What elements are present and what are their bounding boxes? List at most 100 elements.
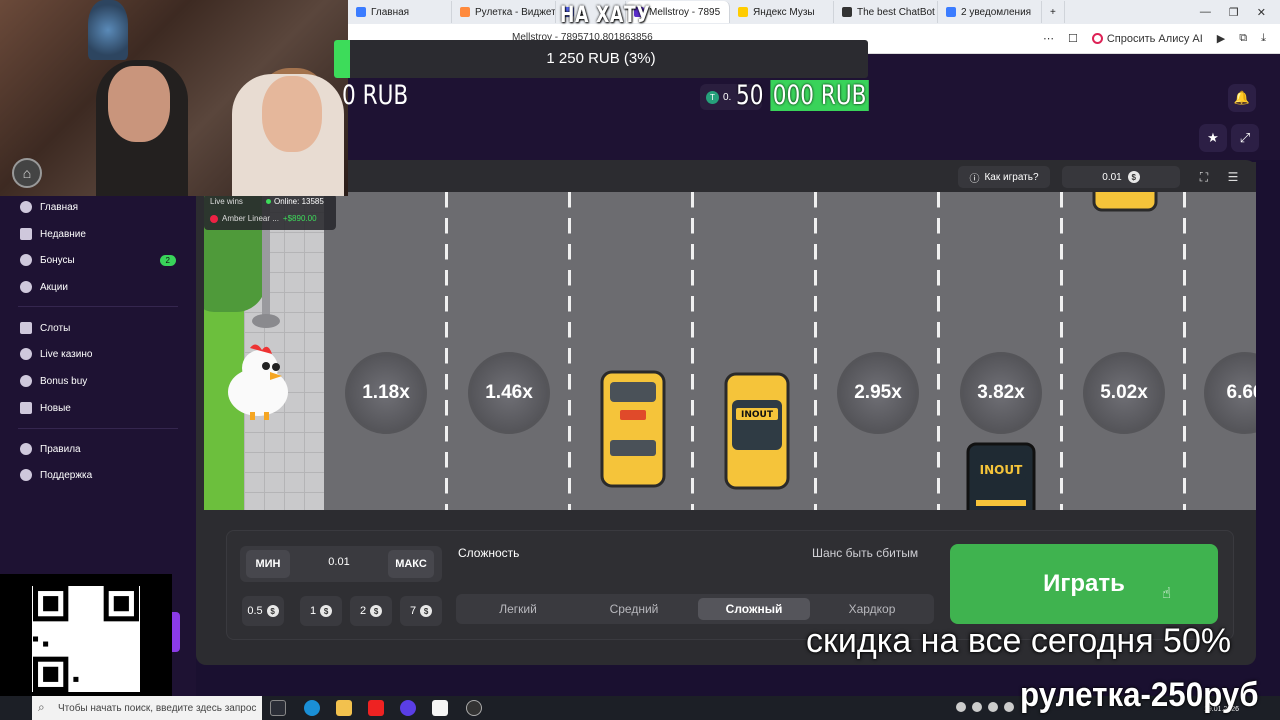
sidebar-divider [18,428,178,429]
browser-tab[interactable]: The best ChatBot [834,1,938,23]
browser-tab[interactable]: Яндекс Музы [730,1,834,23]
quick-bet-button[interactable]: 0.5 $ [242,596,284,626]
search-icon: ⌕ [38,700,45,714]
yandex-icon[interactable] [368,700,384,716]
difficulty-option[interactable]: Сложный [698,598,810,620]
menu-icon[interactable]: ☰ [1222,166,1244,188]
hit-chance-label: Шанс быть сбитым [812,546,919,560]
how-to-play-button[interactable]: ⓘ Как играть? [958,166,1050,188]
tether-icon: T [706,90,719,104]
tray-icon[interactable] [988,702,998,712]
live-wins-label: Live wins [210,197,243,206]
browser-tools: ⋯ ☐ Спросить Алису AI ▶ ⧉ ⤓ [1043,32,1280,45]
tab-favicon-icon [460,7,470,17]
sidebar-item[interactable]: Акции [20,281,176,293]
sidebar-item-icon [20,469,32,481]
svg-text:INOUT: INOUT [980,463,1023,477]
browser-tab[interactable]: Рулетка - Виджет [452,1,556,23]
bookmark-icon[interactable]: ☐ [1068,32,1078,45]
truck-car: INOUT [966,442,1036,510]
lane-divider [691,192,694,510]
folder-icon[interactable] [336,700,352,716]
difficulty-option[interactable]: Хардкор [816,598,928,620]
lamp-base [252,314,280,328]
sidebar-item[interactable]: Правила [20,443,176,455]
sidebar-item[interactable]: Главная [20,201,176,213]
sidebar-item[interactable]: Поддержка [20,469,176,481]
sidebar-item-label: Bonus buy [40,375,88,387]
download-icon[interactable]: ⤓ [1261,32,1266,45]
browser-tab[interactable]: Главная [348,1,452,23]
tray-icon[interactable] [1004,702,1014,712]
tab-label: Рулетка - Виджет [475,6,556,18]
obs-icon[interactable] [466,700,482,716]
sidebar-item[interactable]: Live казино [20,348,176,360]
browser-tab[interactable]: 2 уведомления [938,1,1042,23]
tether-value: 0. [723,91,732,103]
sidebar-item-label: Правила [40,443,81,455]
alice-icon [1091,33,1103,44]
sidebar-badge: 2 [159,254,176,266]
rub-left-amount: 0 RUB [342,80,409,111]
yandex-browser-icon[interactable] [432,700,448,716]
tab-label: Mellstroy - 7895 [649,6,721,18]
max-bet-button[interactable]: МАКС [388,550,434,578]
sidebar-item[interactable]: Недавние [20,228,176,240]
collections-icon[interactable]: ⧉ [1239,32,1247,45]
how-to-play-label: Как играть? [984,171,1039,183]
sidebar-item[interactable]: Бонусы 2 [20,254,176,266]
minimize-icon[interactable]: — [1200,6,1211,19]
tray-icon[interactable] [956,702,966,712]
multiplier-manhole: 3.82x [960,352,1042,434]
difficulty-option[interactable]: Средний [578,598,690,620]
sidebar-item[interactable]: Новые [20,402,176,414]
quick-bet-button[interactable]: 1 $ [300,596,342,626]
multiplier-manhole: 6.66 [1204,352,1256,434]
mouse-cursor-icon: ☝ [1162,585,1172,602]
favorite-icon[interactable]: ★ [1199,124,1227,152]
min-bet-button[interactable]: МИН [246,550,290,578]
taskbar-search-input[interactable]: Чтобы начать поиск, введите здесь запрос [32,696,262,720]
bet-amount-input[interactable]: 0.01 [300,556,378,568]
quick-bet-value: 2 [359,605,367,617]
multiplier-manhole: 5.02x [1083,352,1165,434]
edge-icon[interactable] [304,700,320,716]
game-road: 1.18x 1.46x 2.95x 3.82x 5.02x 6.66 INOUT INOU… [204,192,1256,510]
window-controls: — ❐ ✕ [1200,6,1280,19]
taxi-car [600,370,666,488]
browser-tab-bar: Главная Рулетка - Виджет 2 Mellstroy - 789… [348,0,1280,24]
bell-icon[interactable]: 🔔 [1228,84,1256,112]
maximize-icon[interactable]: ❐ [1229,6,1239,19]
fullscreen-icon[interactable]: ⛶ [1193,166,1215,188]
difficulty-option[interactable]: Легкий [462,598,574,620]
tab-favicon-icon [842,7,852,17]
expand-icon[interactable]: ⤢ [1231,124,1259,152]
sidebar-item[interactable]: Слоты [20,322,176,334]
quick-bet-button[interactable]: 7 $ [400,596,442,626]
more-icon[interactable]: ⋯ [1043,32,1054,45]
sidebar-item-label: Главная [40,201,79,213]
sidebar-item-label: Слоты [40,322,71,334]
svg-text:INOUT: INOUT [741,410,774,420]
new-tab-icon[interactable]: + [1042,1,1065,23]
sidebar-item-label: Недавние [40,228,86,240]
streamer-head [108,66,170,142]
chicken-character [228,344,288,420]
lane-divider [937,192,940,510]
sidebar-item[interactable]: Bonus buy [20,375,176,387]
tab-label: Главная [371,6,410,18]
sidebar-item-icon [20,254,32,266]
play-icon[interactable]: ▶ [1217,32,1225,45]
play-button[interactable]: Играть [950,544,1218,624]
guest-head [262,76,322,152]
task-view-icon[interactable] [270,700,286,716]
tab-favicon-icon [738,7,748,17]
avatar [210,214,218,223]
quick-bet-button[interactable]: 2 $ [350,596,392,626]
alice-app-icon[interactable] [400,700,416,716]
alice-button[interactable]: Спросить Алису AI [1091,33,1203,45]
tab-favicon-icon [946,7,956,17]
tray-icon[interactable] [972,702,982,712]
online-count: Online: 13585 [266,197,324,206]
close-icon[interactable]: ✕ [1257,6,1266,19]
